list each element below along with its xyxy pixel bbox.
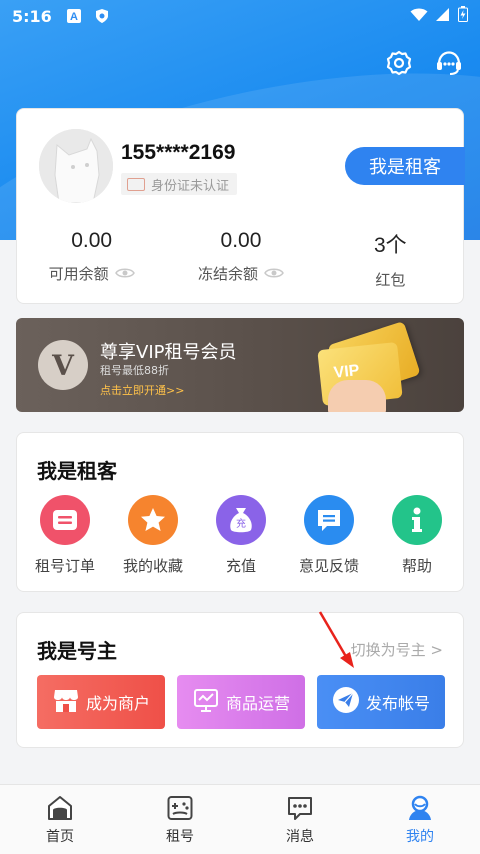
- nav-label: 我的: [406, 828, 434, 845]
- product-operations-button[interactable]: 商品运营: [177, 675, 305, 729]
- avatar[interactable]: [39, 129, 113, 203]
- owner-button-label: 成为商户: [85, 694, 150, 713]
- vip-subtitle: 租号最低88折: [100, 364, 169, 377]
- vip-logo-icon: V: [38, 340, 88, 390]
- stat-value: 0.00: [220, 229, 262, 252]
- owner-button-label: 商品运营: [225, 694, 290, 713]
- eye-icon[interactable]: [264, 265, 284, 283]
- eye-icon[interactable]: [114, 265, 135, 283]
- profile-card: 155****2169 身份证未认证 我是租客 0.00 可用余额 0.00 冻…: [16, 108, 465, 304]
- owner-actions: 成为商户 商品运营 发布帐号: [37, 675, 445, 729]
- nav-label: 首页: [46, 828, 74, 845]
- gamepad-icon: [166, 794, 194, 822]
- id-verification-badge[interactable]: 身份证未认证: [121, 173, 238, 195]
- home-icon: [46, 794, 74, 822]
- profile-icon: [406, 794, 434, 822]
- shop-icon: [52, 686, 80, 718]
- tenant-section: 我是租客 租号订单 我的收藏 充 充值 意见反馈 帮助: [16, 432, 464, 592]
- shortcut-feedback[interactable]: 意见反馈: [289, 495, 369, 576]
- shortcut-label: 意见反馈: [298, 557, 359, 575]
- nav-rent[interactable]: 租号: [120, 785, 240, 854]
- stat-label: 红包: [375, 271, 406, 289]
- nav-label: 租号: [166, 828, 194, 845]
- settings-gear-icon[interactable]: [384, 48, 414, 78]
- tenant-section-title: 我是租客: [37, 459, 117, 483]
- money-bag-icon: 充: [216, 495, 266, 545]
- stat-value: 3个: [373, 234, 407, 257]
- stat-label: 可用余额: [48, 265, 109, 283]
- wifi-icon: [410, 7, 428, 26]
- stat-label: 冻结余额: [197, 265, 258, 283]
- battery-icon: [458, 6, 468, 26]
- default-avatar-icon: [39, 129, 113, 203]
- shortcut-recharge[interactable]: 充 充值: [201, 495, 281, 576]
- nav-label: 消息: [286, 828, 314, 845]
- send-plane-icon: [332, 686, 360, 718]
- stat-value: 0.00: [71, 229, 113, 252]
- feedback-icon: [304, 495, 354, 545]
- shortcut-label: 帮助: [401, 557, 432, 575]
- header-actions: [384, 48, 464, 78]
- tenant-shortcuts: 租号订单 我的收藏 充 充值 意见反馈 帮助: [17, 495, 465, 576]
- pointer-arrow-annotation: [318, 611, 354, 668]
- star-icon: [128, 495, 178, 545]
- info-icon: [392, 495, 442, 545]
- hand-illustration: [328, 380, 386, 412]
- owner-section: 我是号主 切换为号主 > 成为商户 商品运营 发布帐号: [16, 612, 464, 748]
- shortcut-favorites[interactable]: 我的收藏: [113, 495, 193, 576]
- recharge-badge-text: 充: [236, 517, 246, 530]
- status-time: 5:16: [12, 6, 52, 26]
- vip-banner[interactable]: V 尊享VIP租号会员 租号最低88折 点击立即开通>> VIP: [16, 318, 464, 412]
- owner-button-label: 发布帐号: [365, 694, 430, 713]
- switch-to-owner-link[interactable]: 切换为号主 >: [351, 639, 443, 660]
- balance-stats: 0.00 可用余额 0.00 冻结余额 3个 红包: [17, 229, 465, 290]
- order-icon: [40, 495, 90, 545]
- customer-service-icon[interactable]: [434, 48, 464, 78]
- nav-messages[interactable]: 消息: [240, 785, 360, 854]
- id-card-icon: [127, 177, 145, 191]
- stat-available-balance[interactable]: 0.00 可用余额: [17, 229, 166, 290]
- shield-icon: [94, 8, 110, 24]
- vip-activate-link[interactable]: 点击立即开通>>: [100, 382, 184, 398]
- nav-mine[interactable]: 我的: [360, 785, 480, 854]
- id-status-text: 身份证未认证: [151, 178, 230, 194]
- signal-icon: [436, 7, 450, 26]
- stat-frozen-balance[interactable]: 0.00 冻结余额: [166, 229, 315, 290]
- owner-section-title: 我是号主: [37, 639, 117, 663]
- phone-number: 155****2169: [121, 141, 236, 164]
- shortcut-label: 充值: [225, 557, 256, 575]
- svg-text:A: A: [70, 11, 78, 23]
- status-bar: 5:16 A: [0, 0, 480, 32]
- message-icon: [286, 794, 314, 822]
- stat-red-packets[interactable]: 3个 红包: [316, 229, 465, 290]
- chart-board-icon: [192, 686, 220, 718]
- shortcut-label: 我的收藏: [122, 557, 183, 575]
- become-merchant-button[interactable]: 成为商户: [37, 675, 165, 729]
- vip-title: 尊享VIP租号会员: [100, 342, 237, 363]
- publish-account-button[interactable]: 发布帐号: [317, 675, 445, 729]
- shortcut-rental-orders[interactable]: 租号订单: [25, 495, 105, 576]
- bottom-navigation: 首页 租号 消息 我的: [0, 784, 480, 854]
- shortcut-help[interactable]: 帮助: [377, 495, 457, 576]
- tenant-role-button[interactable]: 我是租客: [345, 147, 465, 185]
- shortcut-label: 租号订单: [34, 557, 95, 575]
- app-a-icon: A: [66, 8, 82, 24]
- nav-home[interactable]: 首页: [0, 785, 120, 854]
